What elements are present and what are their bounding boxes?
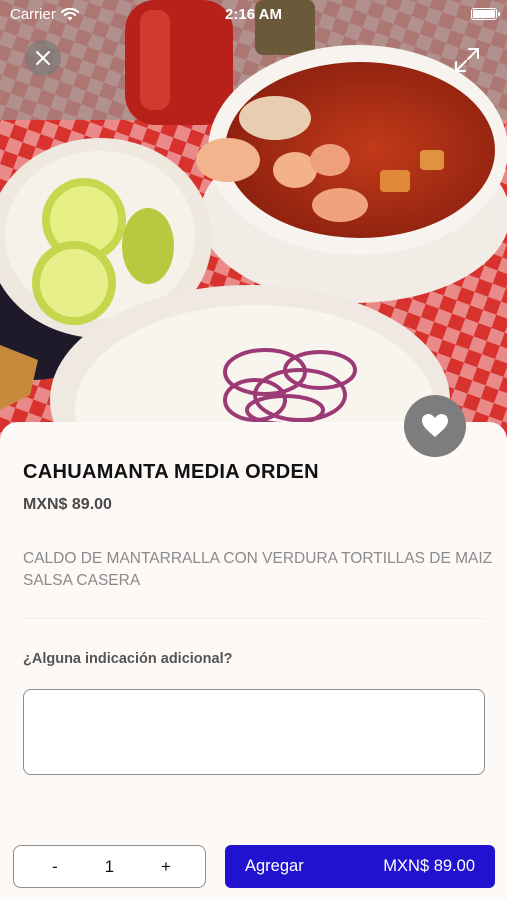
add-button-label: Agregar — [245, 857, 304, 875]
close-button[interactable] — [25, 40, 61, 76]
favorite-button[interactable] — [404, 395, 466, 457]
product-price: MXN$ 89.00 — [23, 496, 112, 513]
product-description: CALDO DE MANTARRALLA CON VERDURA TORTILL… — [23, 550, 493, 589]
add-to-order-button[interactable]: Agregar MXN$ 89.00 — [225, 845, 495, 888]
product-photo — [0, 0, 507, 450]
divider — [23, 618, 485, 619]
clock: 2:16 AM — [225, 6, 282, 23]
decrement-button[interactable]: - — [52, 857, 58, 877]
notes-input[interactable] — [23, 689, 485, 775]
quantity-stepper: - 1 + — [13, 845, 206, 888]
battery-icon — [471, 8, 500, 20]
quantity-value: 1 — [104, 856, 115, 876]
expand-icon — [455, 48, 479, 72]
product-title: CAHUAMANTA MEDIA ORDEN — [23, 461, 319, 483]
status-bar: Carrier 2:16 AM — [0, 0, 507, 28]
add-button-total: MXN$ 89.00 — [383, 857, 475, 875]
expand-button[interactable] — [452, 45, 482, 75]
increment-button[interactable]: + — [161, 857, 171, 877]
close-icon — [36, 51, 50, 65]
heart-icon — [422, 414, 448, 437]
notes-label: ¿Alguna indicación adicional? — [23, 651, 233, 667]
